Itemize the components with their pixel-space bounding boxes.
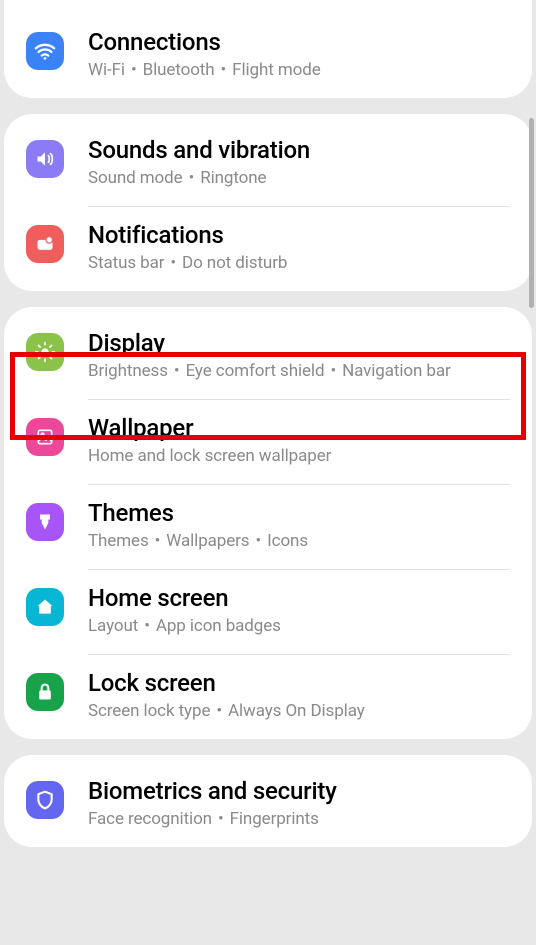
desc-part: Face recognition bbox=[88, 809, 212, 829]
settings-item-display[interactable]: DisplayBrightness•Eye comfort shield•Nav… bbox=[4, 307, 532, 399]
item-title: Wallpaper bbox=[88, 414, 510, 442]
separator-dot: • bbox=[155, 531, 161, 551]
settings-group: Biometrics and security Face recognition •… bbox=[4, 755, 532, 847]
item-title: Notifications bbox=[88, 221, 510, 249]
wallpaper-icon bbox=[26, 418, 64, 456]
separator-dot: • bbox=[330, 361, 336, 381]
item-description: Screen lock type • Always On Display bbox=[88, 701, 510, 721]
shield-icon bbox=[26, 781, 64, 819]
settings-item-lockscreen[interactable]: Lock screen Screen lock type • Always On Di… bbox=[4, 655, 532, 739]
desc-part: Do not disturb bbox=[182, 253, 287, 273]
item-description: Face recognition • Fingerprints bbox=[88, 809, 510, 829]
separator-dot: • bbox=[174, 361, 180, 381]
item-content: Sounds and vibration Sound mode •Ringtone bbox=[88, 136, 510, 188]
item-description: Layout • App icon badges bbox=[88, 616, 510, 636]
item-content: Home screen Layout • App icon badges bbox=[88, 584, 510, 636]
item-content: Lock screen Screen lock type • Always On Di… bbox=[88, 669, 510, 721]
desc-part: Layout bbox=[88, 616, 138, 636]
item-content: Wallpaper Home and lock screen wallpaper bbox=[88, 414, 510, 466]
settings-item-themes[interactable]: ThemesThemes•Wallpapers•Icons bbox=[4, 485, 532, 569]
desc-part: Themes bbox=[88, 531, 149, 551]
item-title: Sounds and vibration bbox=[88, 136, 510, 164]
home-icon bbox=[26, 588, 64, 626]
desc-part: App icon badges bbox=[156, 616, 281, 636]
item-title: Connections bbox=[88, 28, 510, 56]
item-title: Display bbox=[88, 329, 510, 357]
notif-icon bbox=[26, 225, 64, 263]
desc-part: Screen lock type bbox=[88, 701, 210, 721]
separator-dot: • bbox=[216, 701, 222, 721]
item-description: Wi-Fi•Bluetooth•Flight mode bbox=[88, 60, 510, 80]
brightness-icon bbox=[26, 333, 64, 371]
settings-item-connections[interactable]: ConnectionsWi-Fi•Bluetooth•Flight mode bbox=[4, 6, 532, 98]
settings-item-biometrics[interactable]: Biometrics and security Face recognition •… bbox=[4, 755, 532, 847]
desc-part: Brightness bbox=[88, 361, 168, 381]
settings-item-sounds[interactable]: Sounds and vibration Sound mode •Ringtone bbox=[4, 114, 532, 206]
separator-dot: • bbox=[221, 60, 227, 80]
settings-group: ConnectionsWi-Fi•Bluetooth•Flight mode bbox=[4, 0, 532, 98]
desc-part: Wallpapers bbox=[166, 531, 249, 551]
wifi-icon bbox=[26, 32, 64, 70]
separator-dot: • bbox=[255, 531, 261, 551]
desc-part: Eye comfort shield bbox=[186, 361, 325, 381]
desc-part: Status bar bbox=[88, 253, 164, 273]
desc-part: Fingerprints bbox=[230, 809, 319, 829]
item-description: Home and lock screen wallpaper bbox=[88, 446, 510, 466]
item-title: Biometrics and security bbox=[88, 777, 510, 805]
item-title: Lock screen bbox=[88, 669, 510, 697]
separator-dot: • bbox=[131, 60, 137, 80]
separator-dot: • bbox=[189, 168, 195, 188]
settings-item-notifications[interactable]: Notifications Status bar • Do not disturb bbox=[4, 207, 532, 291]
item-description: Themes•Wallpapers•Icons bbox=[88, 531, 510, 551]
item-content: Biometrics and security Face recognition •… bbox=[88, 777, 510, 829]
desc-part: Flight mode bbox=[232, 60, 320, 80]
separator-dot: • bbox=[170, 253, 176, 273]
item-content: Notifications Status bar • Do not disturb bbox=[88, 221, 510, 273]
settings-group: Sounds and vibrationSound mode•RingtoneN… bbox=[4, 114, 532, 291]
item-description: Status bar • Do not disturb bbox=[88, 253, 510, 273]
desc-part: Bluetooth bbox=[143, 60, 215, 80]
item-description: Brightness•Eye comfort shield•Navigation… bbox=[88, 361, 510, 381]
themes-icon bbox=[26, 503, 64, 541]
separator-dot: • bbox=[144, 616, 150, 636]
item-content: ThemesThemes•Wallpapers•Icons bbox=[88, 499, 510, 551]
separator-dot: • bbox=[218, 809, 224, 829]
settings-item-homescreen[interactable]: Home screen Layout • App icon badges bbox=[4, 570, 532, 654]
lock-icon bbox=[26, 673, 64, 711]
item-title: Home screen bbox=[88, 584, 510, 612]
sound-icon bbox=[26, 140, 64, 178]
desc-part: Ringtone bbox=[200, 168, 266, 188]
desc-part: Navigation bar bbox=[342, 361, 451, 381]
desc-part: Home and lock screen wallpaper bbox=[88, 446, 331, 466]
item-content: DisplayBrightness•Eye comfort shield•Nav… bbox=[88, 329, 510, 381]
desc-part: Wi-Fi bbox=[88, 60, 125, 80]
desc-part: Sound mode bbox=[88, 168, 183, 188]
item-content: ConnectionsWi-Fi•Bluetooth•Flight mode bbox=[88, 28, 510, 80]
settings-group: DisplayBrightness•Eye comfort shield•Nav… bbox=[4, 307, 532, 739]
desc-part: Icons bbox=[267, 531, 308, 551]
item-title: Themes bbox=[88, 499, 510, 527]
desc-part: Always On Display bbox=[228, 701, 365, 721]
settings-item-wallpaper[interactable]: Wallpaper Home and lock screen wallpaper bbox=[4, 400, 532, 484]
item-description: Sound mode •Ringtone bbox=[88, 168, 510, 188]
